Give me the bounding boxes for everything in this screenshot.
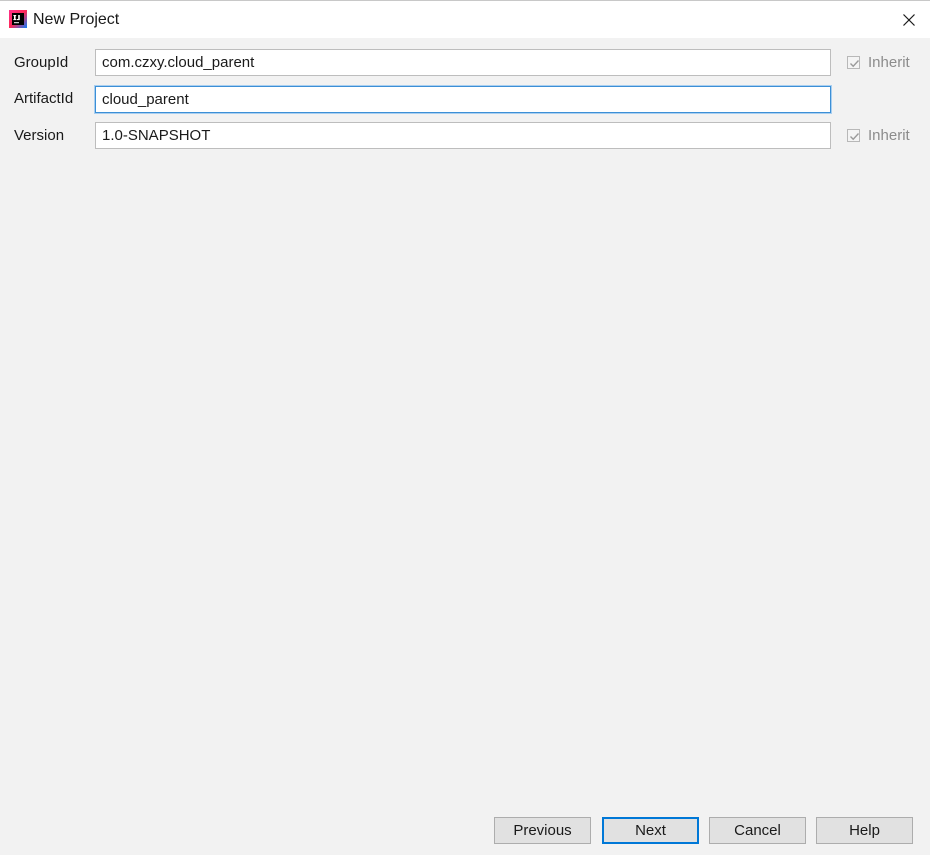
artifactid-label: ArtifactId [14,90,74,107]
title-bar: New Project [0,0,930,38]
artifactid-input[interactable] [95,86,831,113]
intellij-idea-icon [9,10,27,28]
groupid-inherit-box[interactable] [847,56,860,69]
version-label: Version [14,127,65,144]
cancel-button[interactable]: Cancel [709,817,806,844]
next-button[interactable]: Next [602,817,699,844]
close-icon [903,14,915,26]
close-button[interactable] [894,5,924,35]
previous-button[interactable]: Previous [494,817,591,844]
window-title: New Project [33,11,120,28]
checkmark-icon [850,133,860,141]
groupid-inherit-label: Inherit [868,54,910,71]
version-input[interactable] [95,122,831,149]
version-inherit-label: Inherit [868,127,910,144]
groupid-input[interactable] [95,49,831,76]
checkmark-icon [850,60,860,68]
groupid-label: GroupId [14,54,69,71]
version-inherit-box[interactable] [847,129,860,142]
help-button[interactable]: Help [816,817,913,844]
new-project-dialog: New Project GroupId Inherit ArtifactId V… [0,0,930,855]
